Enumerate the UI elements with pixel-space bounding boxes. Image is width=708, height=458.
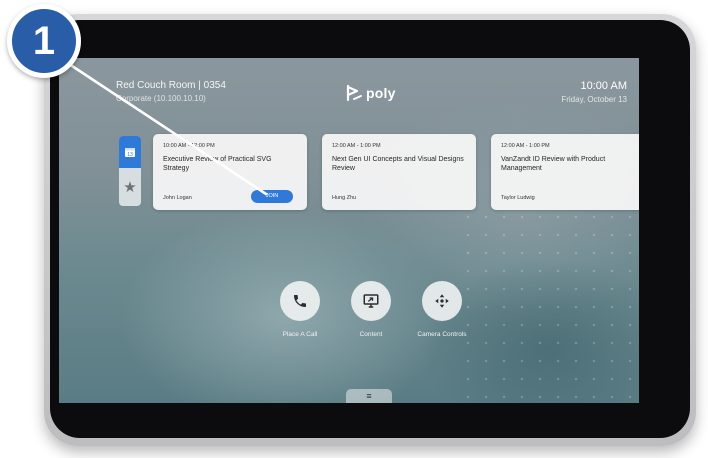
camera-controls-button[interactable] <box>422 281 462 321</box>
calendar-day: 13 <box>127 152 133 158</box>
poly-logo-icon <box>346 84 362 102</box>
sidebar-tabs: 13 ★ <box>119 136 141 206</box>
content-button[interactable] <box>351 281 391 321</box>
camera-controls-label: Camera Controls <box>417 331 467 338</box>
clock-time: 10:00 AM <box>580 80 627 92</box>
menu-handle[interactable]: ≡ <box>346 389 392 403</box>
meeting-card[interactable]: 12:00 AM - 1:00 PM Next Gen UI Concepts … <box>322 134 476 210</box>
meeting-organizer: John Logan <box>163 195 192 201</box>
meeting-time: 10:00 AM - 12:00 PM <box>163 143 215 149</box>
poly-logo: poly <box>345 84 396 102</box>
meeting-title: VanZandt ID Review with Product Manageme… <box>501 156 606 172</box>
meeting-card[interactable]: 10:00 AM - 12:00 PM Executive Review of … <box>153 134 307 210</box>
touch-screen: Red Couch Room | 0354 Corporate (10.100.… <box>59 58 639 403</box>
meeting-title: Executive Review of Practical SVG Strate… <box>163 156 272 172</box>
join-button[interactable]: JOIN <box>251 190 293 203</box>
meeting-card[interactable]: 12:00 AM - 1:00 PM VanZandt ID Review wi… <box>491 134 639 210</box>
camera-controls-action[interactable]: Camera Controls <box>402 281 482 338</box>
meeting-organizer: Taylor Ludwig <box>501 195 535 201</box>
place-call-label: Place A Call <box>282 331 318 338</box>
place-call-action[interactable]: Place A Call <box>260 281 340 338</box>
calendar-icon: 13 <box>125 148 135 158</box>
phone-icon <box>294 295 306 307</box>
meeting-organizer: Hung Zhu <box>332 195 357 201</box>
star-icon: ★ <box>123 179 137 196</box>
meeting-time: 12:00 AM - 1:00 PM <box>501 143 550 149</box>
room-network: Corporate (10.100.10.10) <box>116 94 206 103</box>
content-action[interactable]: Content <box>331 281 411 338</box>
room-name: Red Couch Room | 0354 <box>116 80 226 91</box>
background-dot-pattern <box>459 208 639 403</box>
content-share-icon <box>363 294 379 308</box>
camera-controls-icon <box>435 294 449 308</box>
calendar-tab[interactable]: 13 <box>119 136 141 168</box>
menu-handle-icon: ≡ <box>366 391 372 401</box>
place-call-button[interactable] <box>280 281 320 321</box>
content-label: Content <box>359 331 383 338</box>
step-number-badge: 1 <box>7 4 81 78</box>
meeting-title: Next Gen UI Concepts and Visual Designs … <box>332 156 464 172</box>
clock-date: Friday, October 13 <box>561 95 627 104</box>
brand-name: poly <box>366 85 396 101</box>
favorites-tab[interactable]: ★ <box>119 170 141 204</box>
meeting-time: 12:00 AM - 1:00 PM <box>332 143 381 149</box>
